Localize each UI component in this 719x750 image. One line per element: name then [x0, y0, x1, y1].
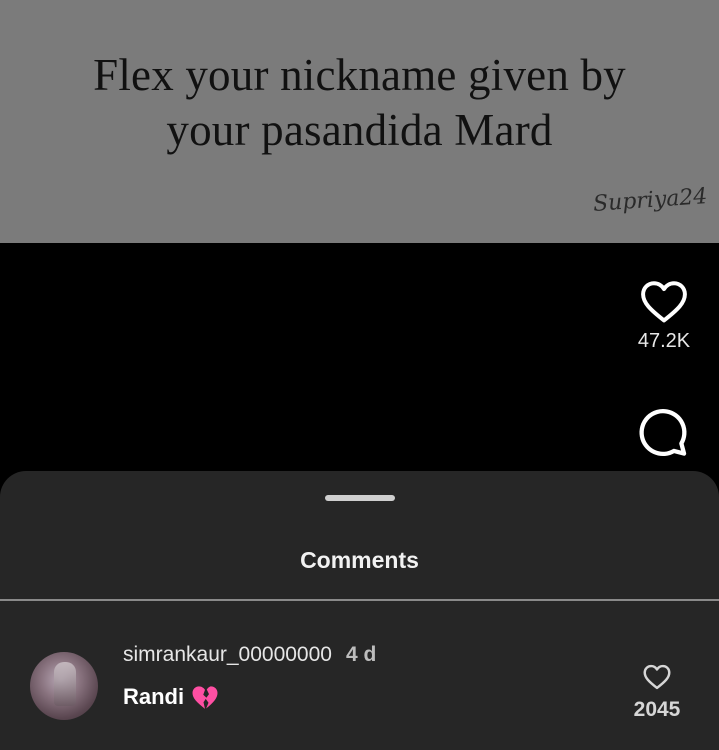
divider — [0, 599, 719, 601]
like-count: 47.2K — [637, 330, 691, 352]
drag-handle[interactable] — [325, 495, 395, 501]
watermark-signature: Supriya24 — [591, 184, 708, 217]
speech-bubble-icon — [639, 409, 687, 457]
like-button[interactable]: 47.2K — [626, 278, 702, 353]
comment-username[interactable]: simrankaur_00000000 — [123, 643, 332, 667]
broken-heart-icon — [192, 686, 218, 709]
comment-like-button[interactable]: 2045 — [632, 663, 682, 722]
post-background — [0, 243, 719, 483]
comment-like-count: 2045 — [633, 698, 681, 721]
post-caption: Flex your nickname given by your pasandi… — [0, 48, 719, 158]
comment-button[interactable] — [634, 405, 690, 459]
heart-outline-icon — [643, 664, 671, 690]
comments-sheet: Comments simrankaur_00000000 4 d Randi 2… — [0, 471, 719, 750]
post-caption-line-2: your pasandida Mard — [166, 105, 553, 155]
avatar[interactable] — [30, 652, 98, 720]
comment-timestamp: 4 d — [345, 643, 377, 666]
comment-header: simrankaur_00000000 4 d — [123, 643, 376, 667]
post-image: Flex your nickname given by your pasandi… — [0, 0, 719, 243]
heart-outline-icon — [641, 281, 687, 323]
comment-text: Randi — [123, 684, 185, 709]
comment-body: Randi — [123, 683, 220, 711]
comments-title: Comments — [300, 547, 419, 573]
post-caption-line-1: Flex your nickname given by — [93, 50, 626, 100]
